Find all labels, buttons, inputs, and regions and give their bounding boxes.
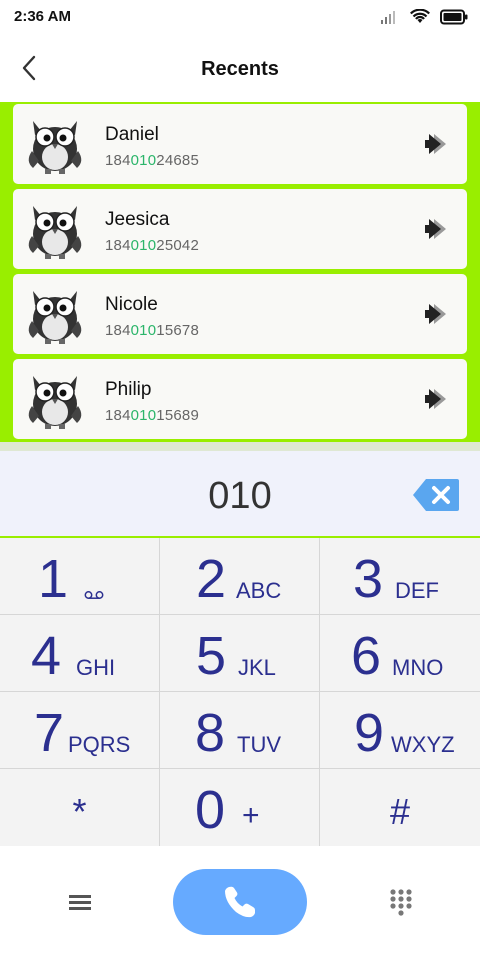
contact-name: Philip [105,379,152,400]
contact-row[interactable]: Jeesica 18401025042 [13,189,467,269]
key-letters: JKL [238,655,276,680]
owl-avatar-icon [28,206,82,259]
bottom-bar [0,846,480,960]
keypad: 1 2 ABC 3 DEF 4 GHI 5 JKL 6 MNO 7 PQRS 8… [0,536,480,846]
key-2[interactable]: 2 ABC [160,538,320,615]
key-7[interactable]: 7 PQRS [0,692,160,769]
recents-list[interactable]: Daniel 18401024685 Jeesica 18401025042 N… [0,102,480,442]
key-0[interactable]: 0 + [160,769,320,846]
key-letters: WXYZ [391,732,455,757]
contact-name: Daniel [105,124,159,145]
key-5[interactable]: 5 JKL [160,615,320,692]
owl-avatar-icon [28,291,82,344]
key-4[interactable]: 4 GHI [0,615,160,692]
menu-icon[interactable] [64,888,96,916]
battery-icon [440,9,468,25]
key-star[interactable]: * [0,769,160,846]
key-3[interactable]: 3 DEF [320,538,480,615]
double-arrow-icon[interactable] [425,302,453,326]
status-time: 2:36 AM [14,8,71,25]
owl-avatar-icon [28,121,82,174]
display-divider [0,442,480,451]
status-icons [380,7,468,27]
key-digit: 4 [31,626,62,686]
contact-row[interactable]: Nicole 18401015678 [13,274,467,354]
key-8[interactable]: 8 TUV [160,692,320,769]
key-letters: TUV [237,732,281,757]
key-digit: 2 [196,549,227,609]
key-digit: 8 [195,703,226,763]
owl-avatar-icon [28,376,82,429]
key-6[interactable]: 6 MNO [320,615,480,692]
double-arrow-icon[interactable] [425,387,453,411]
phone-icon [225,886,255,918]
voicemail-icon [84,591,104,599]
contact-number: 18401015678 [105,322,199,339]
key-9[interactable]: 9 WXYZ [320,692,480,769]
contact-number: 18401025042 [105,237,199,254]
dialpad-icon[interactable] [386,886,416,918]
contact-number: 18401024685 [105,152,199,169]
double-arrow-icon[interactable] [425,217,453,241]
dial-display: 010 [0,442,480,536]
backspace-icon[interactable] [412,478,460,512]
contact-number: 18401015689 [105,407,199,424]
key-digit: 7 [34,703,65,763]
key-digit: 6 [351,626,382,686]
header: Recents [0,34,480,102]
key-letters: MNO [392,655,444,680]
hash-symbol: # [389,791,411,832]
signal-icon [381,11,395,24]
key-letters: GHI [76,655,116,680]
status-bar: 2:36 AM [0,0,480,34]
dialed-number: 010 [208,475,272,517]
key-digit: 9 [354,703,385,763]
key-digit: 0 [195,780,226,840]
contact-row[interactable]: Daniel 18401024685 [13,104,467,184]
key-digit: 1 [38,549,69,609]
key-1[interactable]: 1 [0,538,160,615]
key-letters: ABC [236,578,282,603]
double-arrow-icon[interactable] [425,132,453,156]
key-digit: 3 [353,549,384,609]
contact-name: Jeesica [105,209,170,230]
wifi-icon [410,9,430,23]
key-digit: 5 [196,626,227,686]
contact-name: Nicole [105,294,158,315]
key-letters: PQRS [68,732,131,757]
page-title: Recents [201,58,279,80]
key-hash[interactable]: # [320,769,480,846]
star-symbol: * [72,791,87,832]
call-button[interactable] [173,869,307,935]
key-letters: DEF [395,578,439,603]
key-letters: + [242,799,260,832]
contact-row[interactable]: Philip 18401015689 [13,359,467,439]
